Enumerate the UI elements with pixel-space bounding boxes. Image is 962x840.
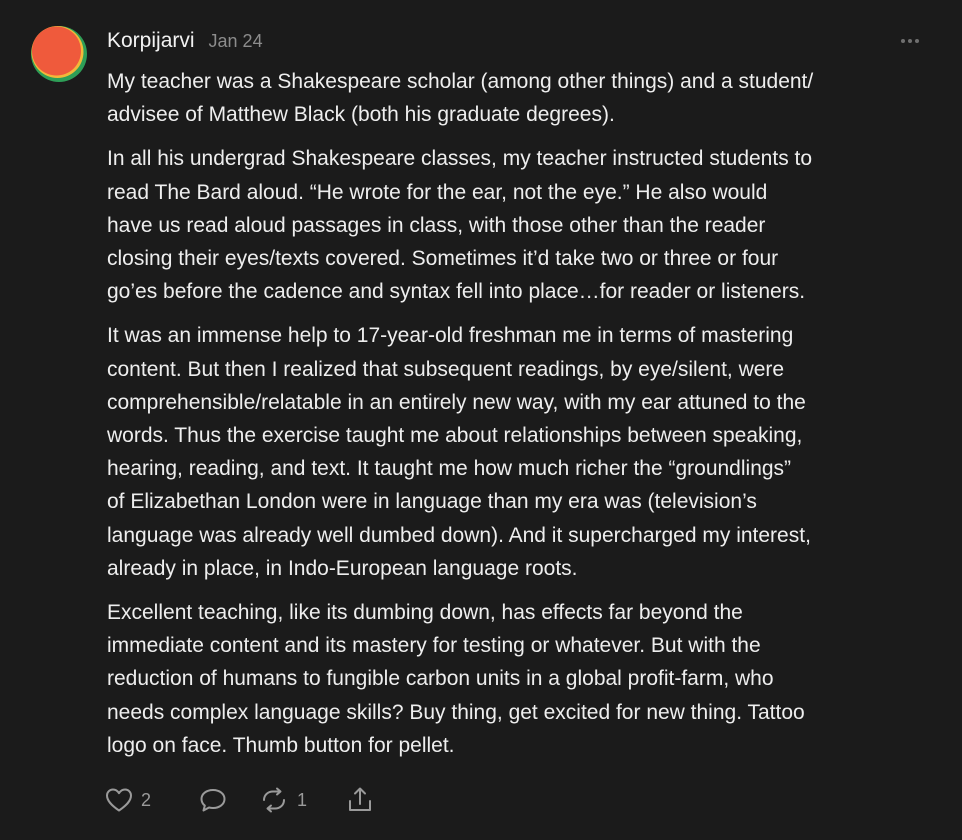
more-options-button[interactable] <box>896 31 924 51</box>
text-line: logo on face. Thumb button for pellet. <box>107 733 455 757</box>
text-line: words. Thus the exercise taught me about… <box>107 424 803 448</box>
text-line: advisee of Matthew Black (both his gradu… <box>107 103 615 127</box>
text-line: It was an immense help to 17-year-old fr… <box>107 324 794 348</box>
text-line: closing their eyes/texts covered. Someti… <box>107 247 779 271</box>
speech-bubble-icon <box>200 789 226 812</box>
text-line: comprehensible/relatable in an entirely … <box>107 390 806 414</box>
restack-arrows-icon <box>263 787 285 813</box>
text-line: Excellent teaching, like its dumbing dow… <box>107 601 743 625</box>
comment-body: My teacher was a Shakespeare scholar (am… <box>107 65 937 773</box>
text-line: In all his undergrad Shakespeare classes… <box>107 147 813 171</box>
text-line: reduction of humans to fungible carbon u… <box>107 667 774 691</box>
like-button[interactable]: 2 <box>105 787 165 813</box>
comment-paragraph: It was an immense help to 17-year-old fr… <box>107 319 937 585</box>
text-line: needs complex language skills? Buy thing… <box>107 700 805 724</box>
text-line: already in place, in Indo-European langu… <box>107 556 578 580</box>
reply-button[interactable] <box>199 787 259 813</box>
comment-header: Korpijarvi Jan 24 <box>107 29 263 57</box>
comment-actions: 2 1 <box>105 785 377 815</box>
share-button[interactable] <box>347 786 377 814</box>
text-line: immediate content and its mastery for te… <box>107 634 761 658</box>
restack-count: 1 <box>297 789 308 810</box>
comment-date[interactable]: Jan 24 <box>209 31 263 52</box>
avatar[interactable] <box>31 26 87 82</box>
text-line: language was already well dumbed down). … <box>107 523 811 547</box>
text-line: of Elizabethan London were in language t… <box>107 490 757 514</box>
comment: Korpijarvi Jan 24 My teacher was a Shake… <box>0 0 962 840</box>
restack-button[interactable]: 1 <box>259 787 319 813</box>
text-line: read The Bard aloud. “He wrote for the e… <box>107 180 768 204</box>
like-count: 2 <box>141 789 152 810</box>
text-line: go’es before the cadence and syntax fell… <box>107 280 806 304</box>
avatar-image <box>31 26 87 82</box>
share-upload-icon <box>349 787 371 811</box>
comment-paragraph: My teacher was a Shakespeare scholar (am… <box>107 65 937 131</box>
ellipsis-icon <box>901 39 919 43</box>
comment-paragraph: In all his undergrad Shakespeare classes… <box>107 142 937 308</box>
heart-icon <box>106 788 132 812</box>
text-line: content. But then I realized that subseq… <box>107 357 785 381</box>
text-line: have us read aloud passages in class, wi… <box>107 213 766 237</box>
author-name[interactable]: Korpijarvi <box>107 29 195 53</box>
text-line: hearing, reading, and text. It taught me… <box>107 457 792 481</box>
text-line: My teacher was a Shakespeare scholar (am… <box>107 70 814 93</box>
comment-paragraph: Excellent teaching, like its dumbing dow… <box>107 596 937 762</box>
